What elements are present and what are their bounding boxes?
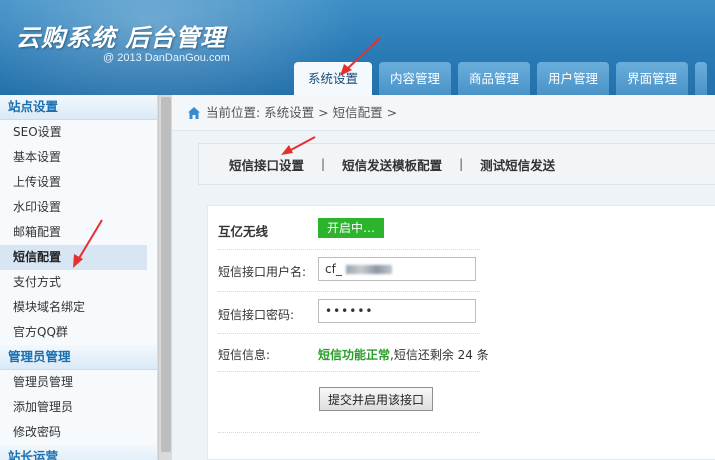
sidebar-item-domain-binding[interactable]: 模块域名绑定 [0, 295, 147, 320]
sidebar-item-basic[interactable]: 基本设置 [0, 145, 147, 170]
info-status-ok: 短信功能正常 [318, 348, 391, 362]
form-bottom-rule [218, 432, 480, 433]
tab-content-management[interactable]: 内容管理 [379, 62, 452, 95]
app-header: 云购系统 后台管理 @ 2013 DanDanGou.com 系统设置 内容管理… [0, 0, 715, 95]
sidebar-item-qq-group[interactable]: 官方QQ群 [0, 320, 147, 345]
sidebar-item-add-admin[interactable]: 添加管理员 [0, 395, 147, 420]
sidebar-item-email[interactable]: 邮箱配置 [0, 220, 147, 245]
info-text: 短信功能正常,短信还剩余 24 条 [318, 346, 489, 363]
password-label: 短信接口密码: [218, 308, 295, 322]
provider-name: 互亿无线 [218, 224, 269, 239]
sidebar-section-admin[interactable]: 管理员管理 [0, 345, 157, 370]
subnav-separator: | [321, 157, 326, 171]
password-field[interactable]: •••••• [318, 299, 476, 323]
sidebar-item-watermark[interactable]: 水印设置 [0, 195, 147, 220]
username-row: 短信接口用户名: cf_ [218, 250, 480, 292]
sidebar-scrollbar-thumb[interactable] [161, 97, 171, 452]
tab-product-management[interactable]: 商品管理 [458, 62, 531, 95]
subnav-sms-test[interactable]: 测试短信发送 [480, 155, 555, 174]
breadcrumb: 当前位置: 系统设置 > 短信配置 > [172, 95, 715, 131]
sidebar-item-sms[interactable]: 短信配置 [0, 245, 147, 270]
sidebar-item-change-password[interactable]: 修改密码 [0, 420, 147, 445]
sms-config-panel: 互亿无线 开启中… 短信接口用户名: cf_ 短信接口密码: •••••• 短信… [207, 205, 715, 460]
password-row: 短信接口密码: •••••• [218, 292, 480, 334]
tab-user-management[interactable]: 用户管理 [537, 62, 610, 95]
username-label: 短信接口用户名: [218, 265, 307, 279]
main-content: 当前位置: 系统设置 > 短信配置 > 短信接口设置 | 短信发送模板配置 | … [172, 95, 715, 460]
sidebar: 站点设置 SEO设置 基本设置 上传设置 水印设置 邮箱配置 短信配置 支付方式… [0, 95, 158, 460]
tab-interface-management[interactable]: 界面管理 [616, 62, 689, 95]
sidebar-section-site-settings[interactable]: 站点设置 [0, 95, 157, 120]
sidebar-section-operations[interactable]: 站长运营 [0, 445, 157, 460]
submit-enable-button[interactable]: 提交并启用该接口 [319, 387, 434, 411]
tab-system-settings[interactable]: 系统设置 [294, 62, 373, 95]
home-icon[interactable] [187, 106, 201, 120]
app-subtitle: @ 2013 DanDanGou.com [103, 52, 230, 64]
sidebar-scrollbar[interactable] [158, 95, 172, 460]
info-row: 短信信息: 短信功能正常,短信还剩余 24 条 [218, 334, 489, 372]
subnav-separator: | [459, 157, 464, 171]
breadcrumb-text: 当前位置: 系统设置 > 短信配置 > [206, 105, 398, 120]
app-title: 云购系统 后台管理 [16, 24, 226, 52]
info-label: 短信信息: [218, 348, 271, 362]
main-tabs: 系统设置 内容管理 商品管理 用户管理 界面管理 [294, 62, 714, 95]
subnav-sms-template[interactable]: 短信发送模板配置 [342, 155, 442, 174]
sidebar-item-upload[interactable]: 上传设置 [0, 170, 147, 195]
username-field[interactable]: cf_ [318, 257, 476, 281]
sidebar-item-payment[interactable]: 支付方式 [0, 270, 147, 295]
status-badge[interactable]: 开启中… [318, 218, 385, 238]
username-value: cf_ [325, 262, 342, 276]
tab-overflow[interactable] [695, 62, 708, 95]
sidebar-item-admin-manage[interactable]: 管理员管理 [0, 370, 147, 395]
redacted-blur [345, 265, 392, 274]
subnav-sms-api-settings[interactable]: 短信接口设置 [229, 155, 304, 174]
sms-subnav: 短信接口设置 | 短信发送模板配置 | 测试短信发送 [198, 143, 715, 185]
provider-row: 互亿无线 开启中… [218, 206, 480, 250]
sidebar-item-seo[interactable]: SEO设置 [0, 120, 147, 145]
info-remaining: ,短信还剩余 24 条 [390, 348, 489, 362]
